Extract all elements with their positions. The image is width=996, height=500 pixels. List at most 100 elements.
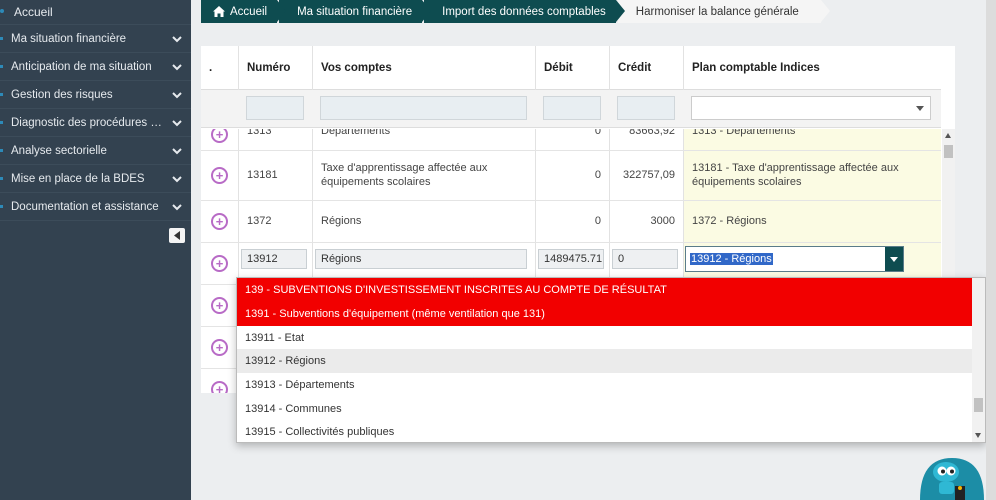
breadcrumb-label: Import des données comptables [442,5,606,18]
cell-plan[interactable]: 1372 - Régions [683,201,941,242]
cell-credit: 3000 [609,201,683,242]
column-header-debit[interactable]: Débit [535,46,609,90]
add-circle-icon[interactable]: + [211,167,228,184]
sidebar-item-home[interactable]: Accueil [0,0,191,24]
bullet-icon [0,149,3,152]
chevron-down-icon [172,119,182,126]
sidebar-item-bdes[interactable]: Mise en place de la BDES [0,164,191,192]
scrollbar-thumb[interactable] [974,398,983,412]
plan-dropdown-list: 139 - SUBVENTIONS D'INVESTISSEMENT INSCR… [236,277,986,443]
filter-debit-input[interactable] [543,96,601,120]
add-circle-icon[interactable]: + [211,339,228,356]
sidebar-item-label: Diagnostic des procédures de ... [11,116,166,129]
home-icon [213,6,225,17]
breadcrumb-situation-financiere[interactable]: Ma situation financière [279,0,432,23]
chevron-down-icon [172,35,182,42]
caret-down-icon [916,106,924,111]
chevron-down-icon [172,203,182,210]
dropdown-option[interactable]: 13913 - Départements [237,373,974,397]
scroll-up-icon[interactable] [945,133,951,138]
breadcrumb-home[interactable]: Accueil [201,0,287,23]
cell-credit: 83663,92 [609,129,683,150]
debit-edit-input[interactable]: 1489475.71 [538,249,604,269]
table-header: . Numéro Vos comptes Débit Crédit Plan c… [201,46,941,90]
sidebar-item-documentation[interactable]: Documentation et assistance [0,192,191,220]
bullet-icon [0,121,3,124]
cell-numero: 1313 [238,129,312,150]
cell-debit: 0 [535,129,609,150]
sidebar-item-label: Gestion des risques [11,88,113,101]
dropdown-option[interactable]: 1391 - Subventions d'équipement (même ve… [237,302,974,326]
filter-row [201,90,941,128]
cell-compte: Taxe d'apprentissage affectée aux équipe… [312,151,535,200]
filter-numero-input[interactable] [246,96,304,120]
sidebar-item-gestion-risques[interactable]: Gestion des risques [0,80,191,108]
dropdown-option[interactable]: 139 - SUBVENTIONS D'INVESTISSEMENT INSCR… [237,278,974,302]
cell-numero: 13181 [238,151,312,200]
dropdown-scrollbar[interactable] [972,278,985,442]
column-header-comptes[interactable]: Vos comptes [312,46,535,90]
filter-credit-input[interactable] [617,96,675,120]
dropdown-option[interactable]: 13914 - Communes [237,397,974,421]
plan-edit-select[interactable]: 13912 - Régions [685,246,904,272]
add-circle-icon[interactable]: + [211,381,228,393]
cell-compte: Régions [312,201,535,242]
sidebar-item-label: Analyse sectorielle [11,144,107,157]
chevron-down-icon [172,63,182,70]
sidebar-item-situation-financiere[interactable]: Ma situation financière [0,24,191,52]
dropdown-option[interactable]: 13911 - Etat [237,326,974,350]
sidebar: Accueil Ma situation financière Anticipa… [0,0,191,500]
sidebar-home-label: Accueil [14,5,53,19]
dropdown-toggle-button[interactable] [885,247,903,271]
dropdown-option[interactable]: 13915 - Collectivités publiques [237,420,974,442]
add-circle-icon[interactable]: + [211,297,228,314]
sidebar-item-label: Documentation et assistance [11,200,159,213]
sidebar-item-label: Anticipation de ma situation [11,60,152,73]
column-header-plan[interactable]: Plan comptable Indices [683,46,941,90]
compte-edit-input[interactable]: Régions [315,249,527,269]
table-row[interactable]: + 1372 Régions 0 3000 1372 - Régions [201,201,941,243]
triangle-left-icon [174,231,180,240]
breadcrumb-label: Harmoniser la balance générale [635,5,799,18]
sidebar-divider [0,220,191,223]
add-circle-icon[interactable]: + [211,255,228,272]
sidebar-collapse-button[interactable] [169,228,185,243]
chevron-down-icon [172,147,182,154]
breadcrumb: Accueil Ma situation financière Import d… [201,0,830,23]
bullet-icon [0,65,3,68]
breadcrumb-label: Accueil [230,5,268,18]
cell-compte: Départements [312,129,535,150]
numero-edit-input[interactable]: 13912 [241,249,307,269]
assistant-bot-icon[interactable] [918,452,986,500]
scroll-down-icon[interactable] [975,433,981,438]
breadcrumb-import[interactable]: Import des données comptables [424,0,625,23]
selected-value: 13912 - Régions [690,253,773,265]
column-header-dot[interactable]: . [201,46,238,90]
chevron-down-icon [172,175,182,182]
filter-plan-select[interactable] [691,96,931,120]
column-header-numero[interactable]: Numéro [238,46,312,90]
scrollbar-thumb[interactable] [944,145,953,158]
column-header-credit[interactable]: Crédit [609,46,683,90]
sidebar-item-label: Ma situation financière [11,32,127,45]
filter-comptes-input[interactable] [320,96,527,120]
add-circle-icon[interactable]: + [211,213,228,230]
sidebar-item-diagnostic[interactable]: Diagnostic des procédures de ... [0,108,191,136]
cell-plan[interactable]: 1313 - Départements [683,129,941,150]
cell-plan[interactable]: 13181 - Taxe d'apprentissage affectée au… [683,151,941,200]
table-row[interactable]: + 1313 Départements 0 83663,92 1313 - Dé… [201,129,941,151]
bullet-icon [0,205,3,208]
page-scrollbar[interactable] [986,0,996,500]
table-row[interactable]: + 13181 Taxe d'apprentissage affectée au… [201,151,941,201]
robot-icon [920,458,984,500]
dropdown-option-selected[interactable]: 13912 - Régions [237,349,974,373]
cell-debit: 0 [535,151,609,200]
credit-edit-input[interactable]: 0 [612,249,678,269]
active-indicator [0,9,4,13]
add-circle-icon[interactable]: + [211,129,228,143]
breadcrumb-current: Harmoniser la balance générale [617,0,830,23]
sidebar-item-anticipation[interactable]: Anticipation de ma situation [0,52,191,80]
cell-numero: 1372 [238,201,312,242]
bullet-icon [0,37,3,40]
sidebar-item-analyse-sectorielle[interactable]: Analyse sectorielle [0,136,191,164]
